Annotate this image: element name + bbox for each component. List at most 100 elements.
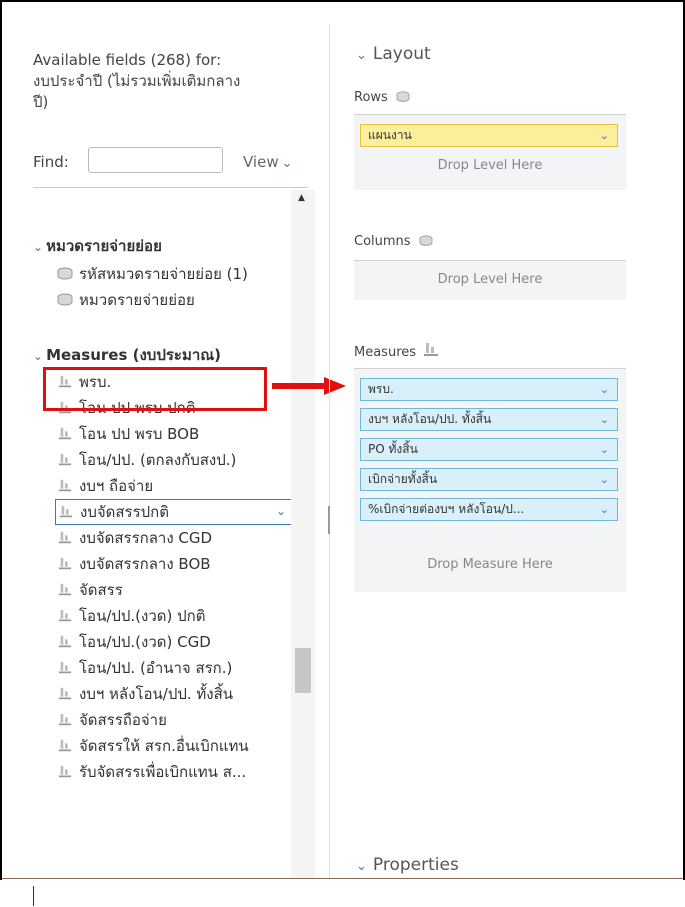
rows-label: Rows (354, 90, 410, 105)
measure-label: โอน ปป พรบ BOB (79, 425, 200, 443)
find-input[interactable] (88, 147, 223, 173)
measure-icon (58, 557, 72, 569)
measure-icon (58, 427, 72, 439)
measures-label: Measures (354, 342, 439, 360)
chevron-down-icon[interactable]: ⌄ (600, 125, 609, 146)
measure-label: งบจัดสรรกลาง CGD (79, 529, 213, 547)
measure-icon (58, 583, 72, 595)
rows-pill[interactable]: แผนงาน ⌄ (360, 124, 618, 147)
columns-drop-zone[interactable]: Drop Level Here (354, 260, 626, 300)
measure-item[interactable]: โอน/ปป. (ตกลงกับสงป.) (57, 448, 287, 474)
measure-item[interactable]: รับจัดสรรเพื่อเบิกแทน ส... (57, 760, 287, 786)
measure-item[interactable]: งบจัดสรรกลาง BOB (57, 552, 287, 578)
chevron-down-icon[interactable]: ⌄ (600, 409, 609, 430)
measure-item[interactable]: งบจัดสรรปกติ ⌄ (55, 499, 291, 525)
arrow-right-icon (272, 377, 346, 395)
measure-icon (58, 479, 72, 491)
columns-label-text: Columns (354, 234, 411, 249)
rows-drop-zone[interactable]: แผนงาน ⌄ Drop Level Here (354, 114, 626, 190)
measure-pill[interactable]: PO ทั้งสิ้น ⌄ (360, 438, 618, 461)
layout-title: Layout (372, 44, 431, 64)
chevron-down-icon[interactable]: ⌄ (600, 499, 609, 520)
measure-icon (58, 713, 72, 725)
available-fields-header: Available fields (268) for: งบประจำปี (ไ… (33, 50, 303, 113)
measure-label: รับจัดสรรเพื่อเบิกแทน ส... (79, 763, 247, 781)
scroll-up-arrow-icon[interactable]: ▲ (298, 193, 305, 203)
field-tree: ⌄ หมวดรายจ่ายย่อย รหัสหมวดรายจ่ายย่อย (1)… (33, 190, 291, 878)
chevron-down-icon[interactable]: ⌄ (600, 379, 609, 400)
measure-icon (58, 661, 72, 673)
measure-label: จัดสรรให้ สรก.อื่นเบิกแทน (79, 737, 249, 755)
pill-label: แผนงาน (368, 128, 412, 142)
find-row: Find: View ⌄ (33, 146, 308, 178)
text-cursor (33, 886, 34, 906)
chevron-down-icon: ⌄ (356, 48, 367, 63)
measure-label: จัดสรร (79, 581, 123, 599)
measure-label: งบฯ ถือจ่าย (79, 477, 154, 495)
chevron-down-icon: ⌄ (281, 156, 293, 171)
measure-icon (59, 505, 73, 517)
measure-icon (58, 531, 72, 543)
pill-label: เบิกจ่ายทั้งสิ้น (368, 472, 438, 486)
measure-item[interactable]: งบฯ ถือจ่าย (57, 474, 287, 500)
view-label: View (243, 153, 279, 171)
columns-drop-hint: Drop Level Here (437, 272, 543, 287)
pill-label: งบฯ หลังโอน/ปป. ทั้งสิ้น (368, 412, 492, 426)
measure-label: โอน/ปป.(งวด) ปกติ (79, 607, 206, 625)
measure-item[interactable]: งบฯ หลังโอน/ปป. ทั้งสิ้น (57, 682, 287, 708)
dimension-icon (57, 293, 73, 306)
properties-section-header[interactable]: ⌄ Properties (356, 855, 459, 875)
measure-pill[interactable]: %เบิกจ่ายต่องบฯ หลังโอน/ป... ⌄ (360, 498, 618, 521)
group-label: หมวดรายจ่ายย่อย (46, 237, 162, 255)
measure-item[interactable]: โอน/ปป.(งวด) CGD (57, 630, 287, 656)
measure-item[interactable]: งบจัดสรรกลาง CGD (57, 526, 287, 552)
splitter-handle[interactable] (328, 506, 330, 534)
measure-icon (58, 635, 72, 647)
chevron-down-icon[interactable]: ⌄ (600, 439, 609, 460)
measure-item[interactable]: จัดสรรถือจ่าย (57, 708, 287, 734)
measure-pill[interactable]: พรบ. ⌄ (360, 378, 618, 401)
measure-icon (58, 765, 72, 777)
view-dropdown[interactable]: View ⌄ (243, 153, 293, 171)
tree-scrollbar[interactable]: ▲ (291, 190, 315, 878)
field-item[interactable]: รหัสหมวดรายจ่ายย่อย (1) (57, 262, 287, 288)
measures-label-text: Measures (354, 345, 417, 360)
chevron-down-icon: ⌄ (33, 240, 44, 254)
field-item[interactable]: หมวดรายจ่ายย่อย (57, 288, 287, 314)
measure-label: โอน/ปป. (ตกลงกับสงป.) (79, 451, 237, 469)
measure-label: โอน/ปป.(งวด) CGD (79, 633, 211, 651)
measures-drop-zone[interactable]: พรบ. ⌄ งบฯ หลังโอน/ปป. ทั้งสิ้น ⌄ PO ทั้งสิ้… (354, 368, 626, 592)
dimension-icon (396, 91, 410, 102)
chevron-down-icon[interactable]: ⌄ (276, 504, 286, 518)
layout-section-header[interactable]: ⌄ Layout (356, 44, 431, 64)
panel-divider (329, 24, 330, 878)
rows-label-text: Rows (354, 90, 388, 105)
properties-title: Properties (372, 855, 459, 875)
measure-pill[interactable]: เบิกจ่ายทั้งสิ้น ⌄ (360, 468, 618, 491)
highlight-box (43, 367, 267, 411)
scroll-thumb[interactable] (295, 648, 311, 693)
chevron-down-icon[interactable]: ⌄ (600, 469, 609, 490)
group-label: Measures (งบประมาณ) (46, 346, 222, 364)
group-header-measures[interactable]: ⌄ Measures (งบประมาณ) (33, 343, 221, 367)
rows-drop-hint: Drop Level Here (437, 158, 543, 173)
measure-icon (58, 453, 72, 465)
measure-item[interactable]: จัดสรร (57, 578, 287, 604)
available-fields-count: Available fields (268) for: (33, 51, 222, 69)
cube-name-line2: ปี) (33, 93, 49, 111)
measure-item[interactable]: โอน/ปป.(งวด) ปกติ (57, 604, 287, 630)
measure-item[interactable]: โอน/ปป. (อำนาจ สรก.) (57, 656, 287, 682)
pill-label: %เบิกจ่ายต่องบฯ หลังโอน/ป... (368, 502, 525, 516)
measure-item[interactable]: จัดสรรให้ สรก.อื่นเบิกแทน (57, 734, 287, 760)
field-label: รหัสหมวดรายจ่ายย่อย (1) (79, 265, 248, 283)
measure-icon (58, 609, 72, 621)
chevron-down-icon: ⌄ (356, 859, 367, 874)
group-header-subcategory[interactable]: ⌄ หมวดรายจ่ายย่อย (33, 234, 162, 258)
measures-drop-hint: Drop Measure Here (427, 557, 553, 572)
measure-item[interactable]: โอน ปป พรบ BOB (57, 422, 287, 448)
field-label: หมวดรายจ่ายย่อย (79, 291, 195, 309)
dimension-icon (419, 235, 433, 246)
chevron-down-icon: ⌄ (33, 349, 44, 363)
measure-pill[interactable]: งบฯ หลังโอน/ปป. ทั้งสิ้น ⌄ (360, 408, 618, 431)
columns-label: Columns (354, 234, 433, 249)
